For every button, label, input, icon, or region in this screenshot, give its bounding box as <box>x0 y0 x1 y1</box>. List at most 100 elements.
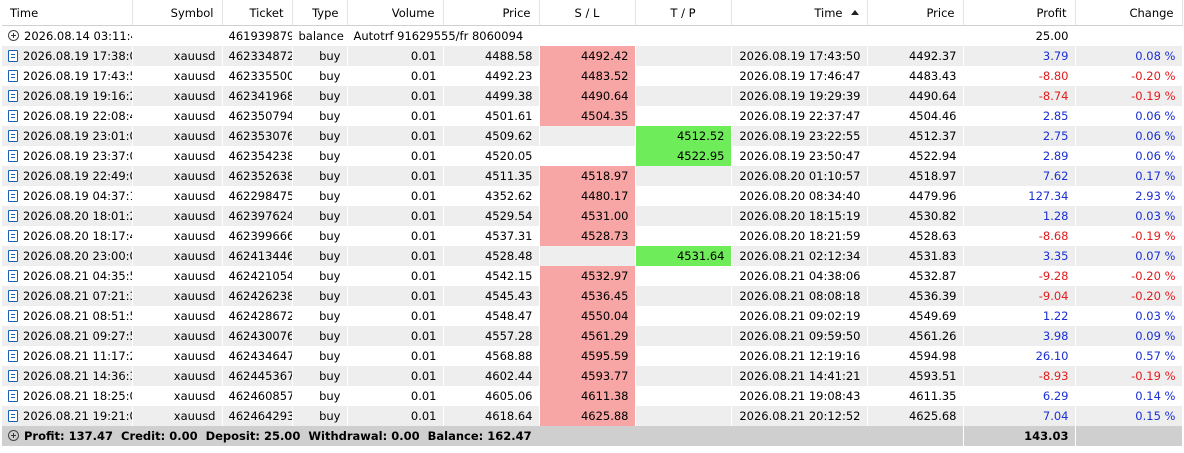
column-header-type[interactable]: Type <box>292 0 348 26</box>
trade-row[interactable]: 2026.08.19 17:43:52xauusd4623355007buy0.… <box>2 66 1183 86</box>
column-header-price[interactable]: Price <box>443 0 540 26</box>
trade-row[interactable]: 2026.08.19 04:37:17xauusd4622984750buy0.… <box>2 186 1183 206</box>
trade-row[interactable]: 2026.08.19 17:38:01xauusd4623348721buy0.… <box>2 46 1183 66</box>
column-header-ticket[interactable]: Ticket <box>222 0 293 26</box>
open-time-text: 2026.08.21 18:25:06 <box>23 389 131 403</box>
symbol-cell: xauusd <box>132 386 223 406</box>
trade-row[interactable]: 2026.08.21 18:25:06xauusd4624608570buy0.… <box>2 386 1183 406</box>
take-profit-cell <box>635 106 732 126</box>
open-time-text: 2026.08.20 18:01:28 <box>23 209 131 223</box>
type-cell: buy <box>292 386 348 406</box>
document-icon <box>8 110 18 122</box>
trade-row[interactable]: 2026.08.19 22:49:06xauusd4623526389buy0.… <box>2 166 1183 186</box>
trade-row[interactable]: 2026.08.19 19:16:23xauusd4623419685buy0.… <box>2 86 1183 106</box>
sort-ascending-icon <box>850 9 859 15</box>
volume-cell: 0.01 <box>347 406 444 426</box>
column-header-close-time[interactable]: Time <box>731 0 868 26</box>
profit-cell: 2.85 <box>963 106 1076 126</box>
open-time-text: 2026.08.19 22:08:40 <box>23 109 131 123</box>
profit-cell: 3.35 <box>963 246 1076 266</box>
open-price-cell: 4542.15 <box>443 266 540 286</box>
balance-row[interactable]: 2026.08.14 03:11:49 4619398791 balance A… <box>2 25 1183 46</box>
close-time-cell: 2026.08.21 09:59:50 <box>731 326 868 346</box>
trade-row[interactable]: 2026.08.21 07:21:33xauusd4624262385buy0.… <box>2 286 1183 306</box>
ticket-cell: 4623542381 <box>222 146 293 166</box>
open-price-cell: 4548.47 <box>443 306 540 326</box>
column-header-close-price[interactable]: Price <box>867 0 964 26</box>
column-header-change[interactable]: Change <box>1075 0 1183 26</box>
document-icon <box>8 130 18 142</box>
trade-row[interactable]: 2026.08.19 23:01:00xauusd4623530769buy0.… <box>2 126 1183 146</box>
column-header-volume[interactable]: Volume <box>347 0 444 26</box>
close-price-cell: 4536.39 <box>867 286 964 306</box>
profit-cell: -9.04 <box>963 286 1076 306</box>
trade-row[interactable]: 2026.08.19 23:37:00xauusd4623542381buy0.… <box>2 146 1183 166</box>
ticket-cell: 4623976241 <box>222 206 293 226</box>
open-time-cell: 2026.08.20 23:00:00 <box>2 246 133 266</box>
symbol-cell: xauusd <box>132 86 223 106</box>
stop-loss-cell: 4561.29 <box>539 326 636 346</box>
document-icon <box>8 150 18 162</box>
volume-cell: 0.01 <box>347 266 444 286</box>
ticket-cell: 4623530769 <box>222 126 293 146</box>
stop-loss-cell: 4611.38 <box>539 386 636 406</box>
ticket-cell: 4624642937 <box>222 406 293 426</box>
stop-loss-cell: 4593.77 <box>539 366 636 386</box>
open-time-text: 2026.08.19 22:49:06 <box>23 169 131 183</box>
document-icon <box>8 330 18 342</box>
open-time-text: 2026.08.19 23:37:00 <box>23 149 131 163</box>
trade-row[interactable]: 2026.08.21 09:27:58xauusd4624300764buy0.… <box>2 326 1183 346</box>
symbol-cell: xauusd <box>132 366 223 386</box>
document-icon <box>8 210 18 222</box>
trade-row[interactable]: 2026.08.20 18:01:28xauusd4623976241buy0.… <box>2 206 1183 226</box>
column-header-tp[interactable]: T / P <box>635 0 732 26</box>
volume-cell: 0.01 <box>347 66 444 86</box>
volume-cell: 0.01 <box>347 286 444 306</box>
open-time-cell: 2026.08.21 08:51:58 <box>2 306 133 326</box>
open-time-text: 2026.08.19 17:43:52 <box>23 69 131 83</box>
stop-loss-cell: 4625.88 <box>539 406 636 426</box>
close-price-cell: 4518.97 <box>867 166 964 186</box>
trade-row[interactable]: 2026.08.20 18:17:42xauusd4623996665buy0.… <box>2 226 1183 246</box>
close-time-cell: 2026.08.20 01:10:57 <box>731 166 868 186</box>
balance-time: 2026.08.14 03:11:49 <box>24 29 131 43</box>
open-time-cell: 2026.08.19 17:38:01 <box>2 46 133 66</box>
column-header-time[interactable]: Time <box>2 0 133 26</box>
close-price-cell: 4611.35 <box>867 386 964 406</box>
column-header-sl[interactable]: S / L <box>539 0 636 26</box>
symbol-cell: xauusd <box>132 346 223 366</box>
balance-profit: 25.00 <box>963 25 1076 46</box>
profit-cell: 2.75 <box>963 126 1076 146</box>
change-cell: 2.93 % <box>1075 186 1183 206</box>
profit-cell: 2.89 <box>963 146 1076 166</box>
document-icon <box>8 390 18 402</box>
trade-row[interactable]: 2026.08.21 11:17:23xauusd4624346479buy0.… <box>2 346 1183 366</box>
close-time-cell: 2026.08.21 02:12:34 <box>731 246 868 266</box>
symbol-cell: xauusd <box>132 146 223 166</box>
volume-cell: 0.01 <box>347 386 444 406</box>
trade-row[interactable]: 2026.08.21 19:21:07xauusd4624642937buy0.… <box>2 406 1183 426</box>
trade-row[interactable]: 2026.08.21 08:51:58xauusd4624286723buy0.… <box>2 306 1183 326</box>
take-profit-cell <box>635 326 732 346</box>
trade-row[interactable]: 2026.08.20 23:00:00xauusd4624134461buy0.… <box>2 246 1183 266</box>
stop-loss-cell <box>539 146 636 166</box>
type-cell: buy <box>292 186 348 206</box>
open-time-text: 2026.08.21 11:17:23 <box>23 349 131 363</box>
volume-cell: 0.01 <box>347 366 444 386</box>
trade-row[interactable]: 2026.08.21 04:35:55xauusd4624210547buy0.… <box>2 266 1183 286</box>
plus-circle-icon <box>8 430 19 441</box>
column-header-symbol[interactable]: Symbol <box>132 0 223 26</box>
column-header-profit[interactable]: Profit <box>963 0 1076 26</box>
take-profit-cell <box>635 46 732 66</box>
type-cell: buy <box>292 66 348 86</box>
profit-cell: 7.04 <box>963 406 1076 426</box>
volume-cell: 0.01 <box>347 306 444 326</box>
profit-cell: -8.80 <box>963 66 1076 86</box>
ticket-cell: 4623355007 <box>222 66 293 86</box>
trade-row[interactable]: 2026.08.21 14:36:38xauusd4624453670buy0.… <box>2 366 1183 386</box>
trade-row[interactable]: 2026.08.19 22:08:40xauusd4623507946buy0.… <box>2 106 1183 126</box>
document-icon <box>8 290 18 302</box>
change-cell: -0.19 % <box>1075 86 1183 106</box>
open-time-cell: 2026.08.19 17:43:52 <box>2 66 133 86</box>
type-cell: buy <box>292 126 348 146</box>
